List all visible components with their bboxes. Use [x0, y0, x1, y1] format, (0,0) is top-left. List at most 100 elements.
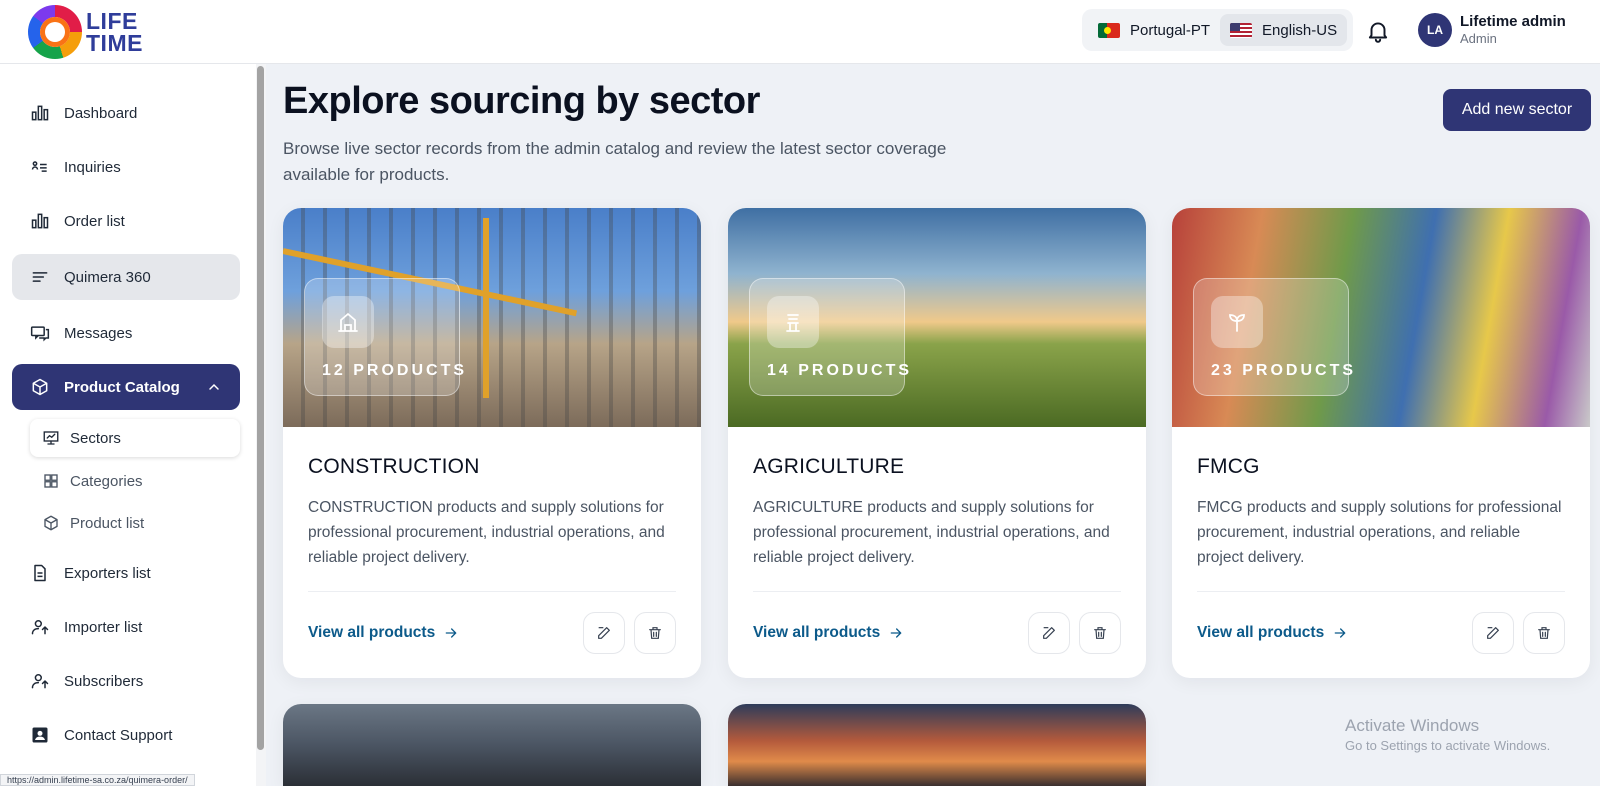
edit-icon [1043, 627, 1055, 639]
add-new-sector-button[interactable]: Add new sector [1443, 89, 1591, 131]
sidebar-item-exporters-list[interactable]: Exporters list [12, 550, 240, 596]
sidebar-item-label: Inquiries [64, 158, 121, 176]
sector-card-partial-2 [728, 704, 1146, 786]
sector-card-partial-1 [283, 704, 701, 786]
crane-tower [483, 218, 489, 398]
product-count: 14 PRODUCTS [767, 362, 913, 379]
user-share-icon [31, 674, 49, 689]
avatar: LA [1418, 13, 1452, 47]
sidebar-item-dashboard[interactable]: Dashboard [12, 90, 240, 136]
sector-title: FMCG [1197, 455, 1260, 478]
sidebar-item-quimera-360[interactable]: Quimera 360 [12, 254, 240, 300]
edit-icon [1487, 627, 1499, 639]
bell-icon[interactable] [1365, 18, 1391, 44]
product-count-badge: 12 PRODUCTS [304, 278, 464, 396]
sidebar-subitem-categories[interactable]: Categories [30, 462, 240, 500]
user-info: Lifetime admin Admin [1460, 13, 1566, 47]
windows-activation-watermark: Activate Windows Go to Settings to activ… [1345, 716, 1550, 753]
sector-title: AGRICULTURE [753, 455, 905, 478]
sprout-icon [1211, 296, 1263, 348]
box-icon [32, 378, 48, 396]
trash-icon [1538, 627, 1550, 639]
delete-sector-button[interactable] [1523, 612, 1565, 654]
bar-chart-icon [31, 105, 49, 121]
inquiries-icon [31, 161, 47, 172]
sector-image: 23 PRODUCTS [1172, 208, 1590, 427]
edit-sector-button[interactable] [1028, 612, 1070, 654]
logo-line-2: TIME [86, 30, 143, 56]
page-subtitle: Browse live sector records from the admi… [283, 139, 947, 184]
sidebar-item-label: Messages [64, 324, 133, 342]
building-icon [322, 296, 374, 348]
logo-ring-icon [28, 5, 82, 59]
box-icon [44, 515, 58, 531]
sidebar-subitem-sectors[interactable]: Sectors [30, 419, 240, 457]
sidebar-subitem-label: Product list [70, 514, 145, 532]
sidebar-item-label: Dashboard [64, 104, 138, 122]
user-share-icon [31, 620, 49, 635]
language-option-english[interactable]: English-US [1220, 14, 1348, 46]
sidebar-item-messages[interactable]: Messages [12, 310, 240, 356]
view-all-products-link[interactable]: View all products [308, 624, 459, 642]
arrow-right-icon [445, 628, 457, 638]
view-all-products-link[interactable]: View all products [1197, 624, 1348, 642]
trash-icon [1094, 627, 1106, 639]
top-header: LIFE TIME Portugal-PT English-US LA Life… [0, 0, 1600, 64]
sector-card-fmcg: 23 PRODUCTS FMCG FMCG products and suppl… [1172, 208, 1590, 678]
us-flag-icon [1230, 22, 1253, 38]
sidebar-subitem-label: Sectors [70, 429, 121, 447]
edit-icon [598, 627, 610, 639]
silo-icon [767, 296, 819, 348]
arrow-right-icon [1334, 628, 1346, 638]
sidebar-item-product-catalog[interactable]: Product Catalog [12, 364, 240, 410]
sidebar-subitem-product-list[interactable]: Product list [30, 504, 240, 542]
sidebar-scrollbar-thumb[interactable] [257, 66, 264, 750]
sidebar-item-label: Exporters list [64, 564, 151, 582]
grid-icon [44, 474, 58, 488]
link-label: View all products [753, 624, 881, 641]
sector-title: CONSTRUCTION [308, 455, 480, 478]
sidebar-item-order-list[interactable]: Order list [12, 198, 240, 244]
chevron-up-icon[interactable] [206, 379, 222, 395]
page-title: Explore sourcing by sector [283, 80, 760, 122]
sidebar-item-importer-list[interactable]: Importer list [12, 604, 240, 650]
view-all-products-link[interactable]: View all products [753, 624, 904, 642]
contact-card-icon [32, 727, 48, 743]
status-bar-url: https://admin.lifetime-sa.co.za/quimera-… [0, 774, 195, 786]
delete-sector-button[interactable] [1079, 612, 1121, 654]
watermark-subtitle: Go to Settings to activate Windows. [1345, 738, 1551, 753]
delete-sector-button[interactable] [634, 612, 676, 654]
messages-icon [30, 326, 50, 342]
sidebar-item-label: Quimera 360 [64, 268, 151, 286]
edit-sector-button[interactable] [583, 612, 625, 654]
logo-text: LIFE TIME [86, 8, 143, 56]
user-role: Admin [1460, 31, 1497, 46]
language-switcher: Portugal-PT English-US [1082, 9, 1354, 51]
sidebar-item-inquiries[interactable]: Inquiries [12, 144, 240, 190]
edit-sector-button[interactable] [1472, 612, 1514, 654]
sector-image: 12 PRODUCTS [283, 208, 701, 427]
user-menu[interactable]: LA Lifetime admin Admin [1418, 13, 1566, 47]
portugal-flag-icon [1098, 22, 1120, 38]
sidebar-item-contact-support[interactable]: Contact Support [12, 712, 240, 758]
sector-description: CONSTRUCTION products and supply solutio… [308, 499, 665, 566]
product-count: 12 PRODUCTS [322, 362, 468, 379]
sidebar-item-subscribers[interactable]: Subscribers [12, 658, 240, 704]
sector-card-construction: 12 PRODUCTS CONSTRUCTION CONSTRUCTION pr… [283, 208, 701, 678]
arrow-right-icon [890, 628, 902, 638]
language-option-portugal[interactable]: Portugal-PT [1088, 14, 1220, 46]
divider [308, 591, 676, 592]
link-label: View all products [1197, 624, 1325, 641]
sidebar-item-label: Subscribers [64, 672, 144, 690]
sector-image [283, 704, 701, 786]
sector-card-agriculture: 14 PRODUCTS AGRICULTURE AGRICULTURE prod… [728, 208, 1146, 678]
presentation-chart-icon [43, 431, 59, 445]
sidebar-item-label: Importer list [64, 618, 143, 636]
lifetime-logo[interactable]: LIFE TIME [28, 5, 143, 59]
sidebar-item-label: Contact Support [64, 726, 173, 744]
logo-line-1: LIFE [86, 8, 138, 34]
bar-chart-icon [31, 213, 49, 229]
sector-image [728, 704, 1146, 786]
product-count: 23 PRODUCTS [1211, 362, 1357, 379]
sector-description: AGRICULTURE products and supply solution… [753, 499, 1110, 566]
